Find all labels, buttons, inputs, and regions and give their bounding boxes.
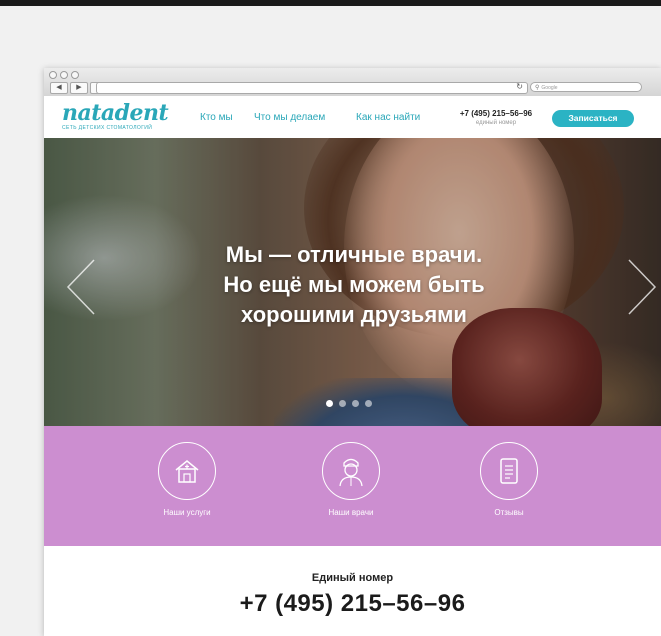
minimize-window-icon[interactable]	[60, 71, 68, 79]
slider-dot[interactable]	[339, 400, 346, 407]
reload-icon[interactable]: ↻	[516, 82, 523, 91]
logo-subtitle: СЕТЬ ДЕТСКИХ СТОМАТОЛОГИЙ	[62, 125, 153, 131]
chevron-left-icon[interactable]	[66, 258, 96, 316]
search-placeholder: Google	[541, 85, 558, 91]
browser-search-field[interactable]: ⚲ Google	[530, 82, 642, 92]
service-label: Отзывы	[494, 508, 524, 517]
service-label: Наши услуги	[163, 508, 211, 517]
header-phone[interactable]: +7 (495) 215–56–96	[456, 109, 536, 118]
hero-title-line: Но ещё мы можем быть	[223, 272, 485, 297]
hero-title-line: Мы — отличные врачи.	[225, 242, 483, 267]
site-header: natadent СЕТЬ ДЕТСКИХ СТОМАТОЛОГИЙ Кто м…	[44, 96, 661, 138]
presentation-background: ◀ ▶ + ↻ ⚲Google natadent СЕТЬ ДЕТСКИХ СТ…	[0, 6, 661, 636]
service-reviews[interactable]: Отзывы	[454, 442, 564, 517]
slider-pagination	[326, 400, 372, 407]
close-window-icon[interactable]	[49, 71, 57, 79]
contact-section: Единый номер +7 (495) 215–56–96	[44, 546, 661, 636]
service-our-doctors[interactable]: Наши врачи	[296, 442, 406, 517]
zoom-window-icon[interactable]	[71, 71, 79, 79]
slider-dot[interactable]	[352, 400, 359, 407]
service-label: Наши врачи	[328, 508, 374, 517]
contact-phone[interactable]: +7 (495) 215–56–96	[44, 590, 661, 618]
window-controls	[49, 71, 79, 79]
chevron-right-icon[interactable]	[627, 258, 657, 316]
service-our-services[interactable]: Наши услуги	[132, 442, 242, 517]
forward-button[interactable]: ▶	[70, 82, 88, 94]
clinic-house-icon	[175, 460, 199, 483]
service-icon-circle	[158, 442, 216, 500]
hero-title: Мы — отличные врачи. Но ещё мы можем быт…	[144, 240, 564, 330]
service-icon-circle	[322, 442, 380, 500]
nav-link-how-to-find-us[interactable]: Как нас найти	[356, 112, 420, 123]
slider-dot[interactable]	[326, 400, 333, 407]
site-logo[interactable]: natadent	[62, 102, 169, 124]
nav-link-who-we-are[interactable]: Кто мы	[200, 112, 233, 123]
services-band: Наши услуги Наши врачи Отзывы	[44, 426, 661, 546]
hero-title-line: хорошими друзьями	[241, 302, 467, 327]
search-icon: ⚲	[535, 85, 540, 91]
back-button[interactable]: ◀	[50, 82, 68, 94]
slider-dot[interactable]	[365, 400, 372, 407]
browser-window: ◀ ▶ + ↻ ⚲Google natadent СЕТЬ ДЕТСКИХ СТ…	[44, 68, 661, 636]
browser-toolbar: ◀ ▶ + ↻ ⚲Google	[44, 68, 661, 97]
nav-link-what-we-do[interactable]: Что мы делаем	[254, 112, 325, 123]
nurse-icon	[339, 458, 363, 487]
header-phone-caption: единый номер	[475, 120, 517, 126]
hero-slider: Мы — отличные врачи. Но ещё мы можем быт…	[44, 138, 661, 426]
address-bar[interactable]: ↻	[96, 82, 528, 94]
service-icon-circle	[480, 442, 538, 500]
reviews-document-icon	[500, 458, 518, 484]
signup-button[interactable]: Записаться	[552, 110, 634, 127]
contact-title: Единый номер	[311, 572, 394, 584]
